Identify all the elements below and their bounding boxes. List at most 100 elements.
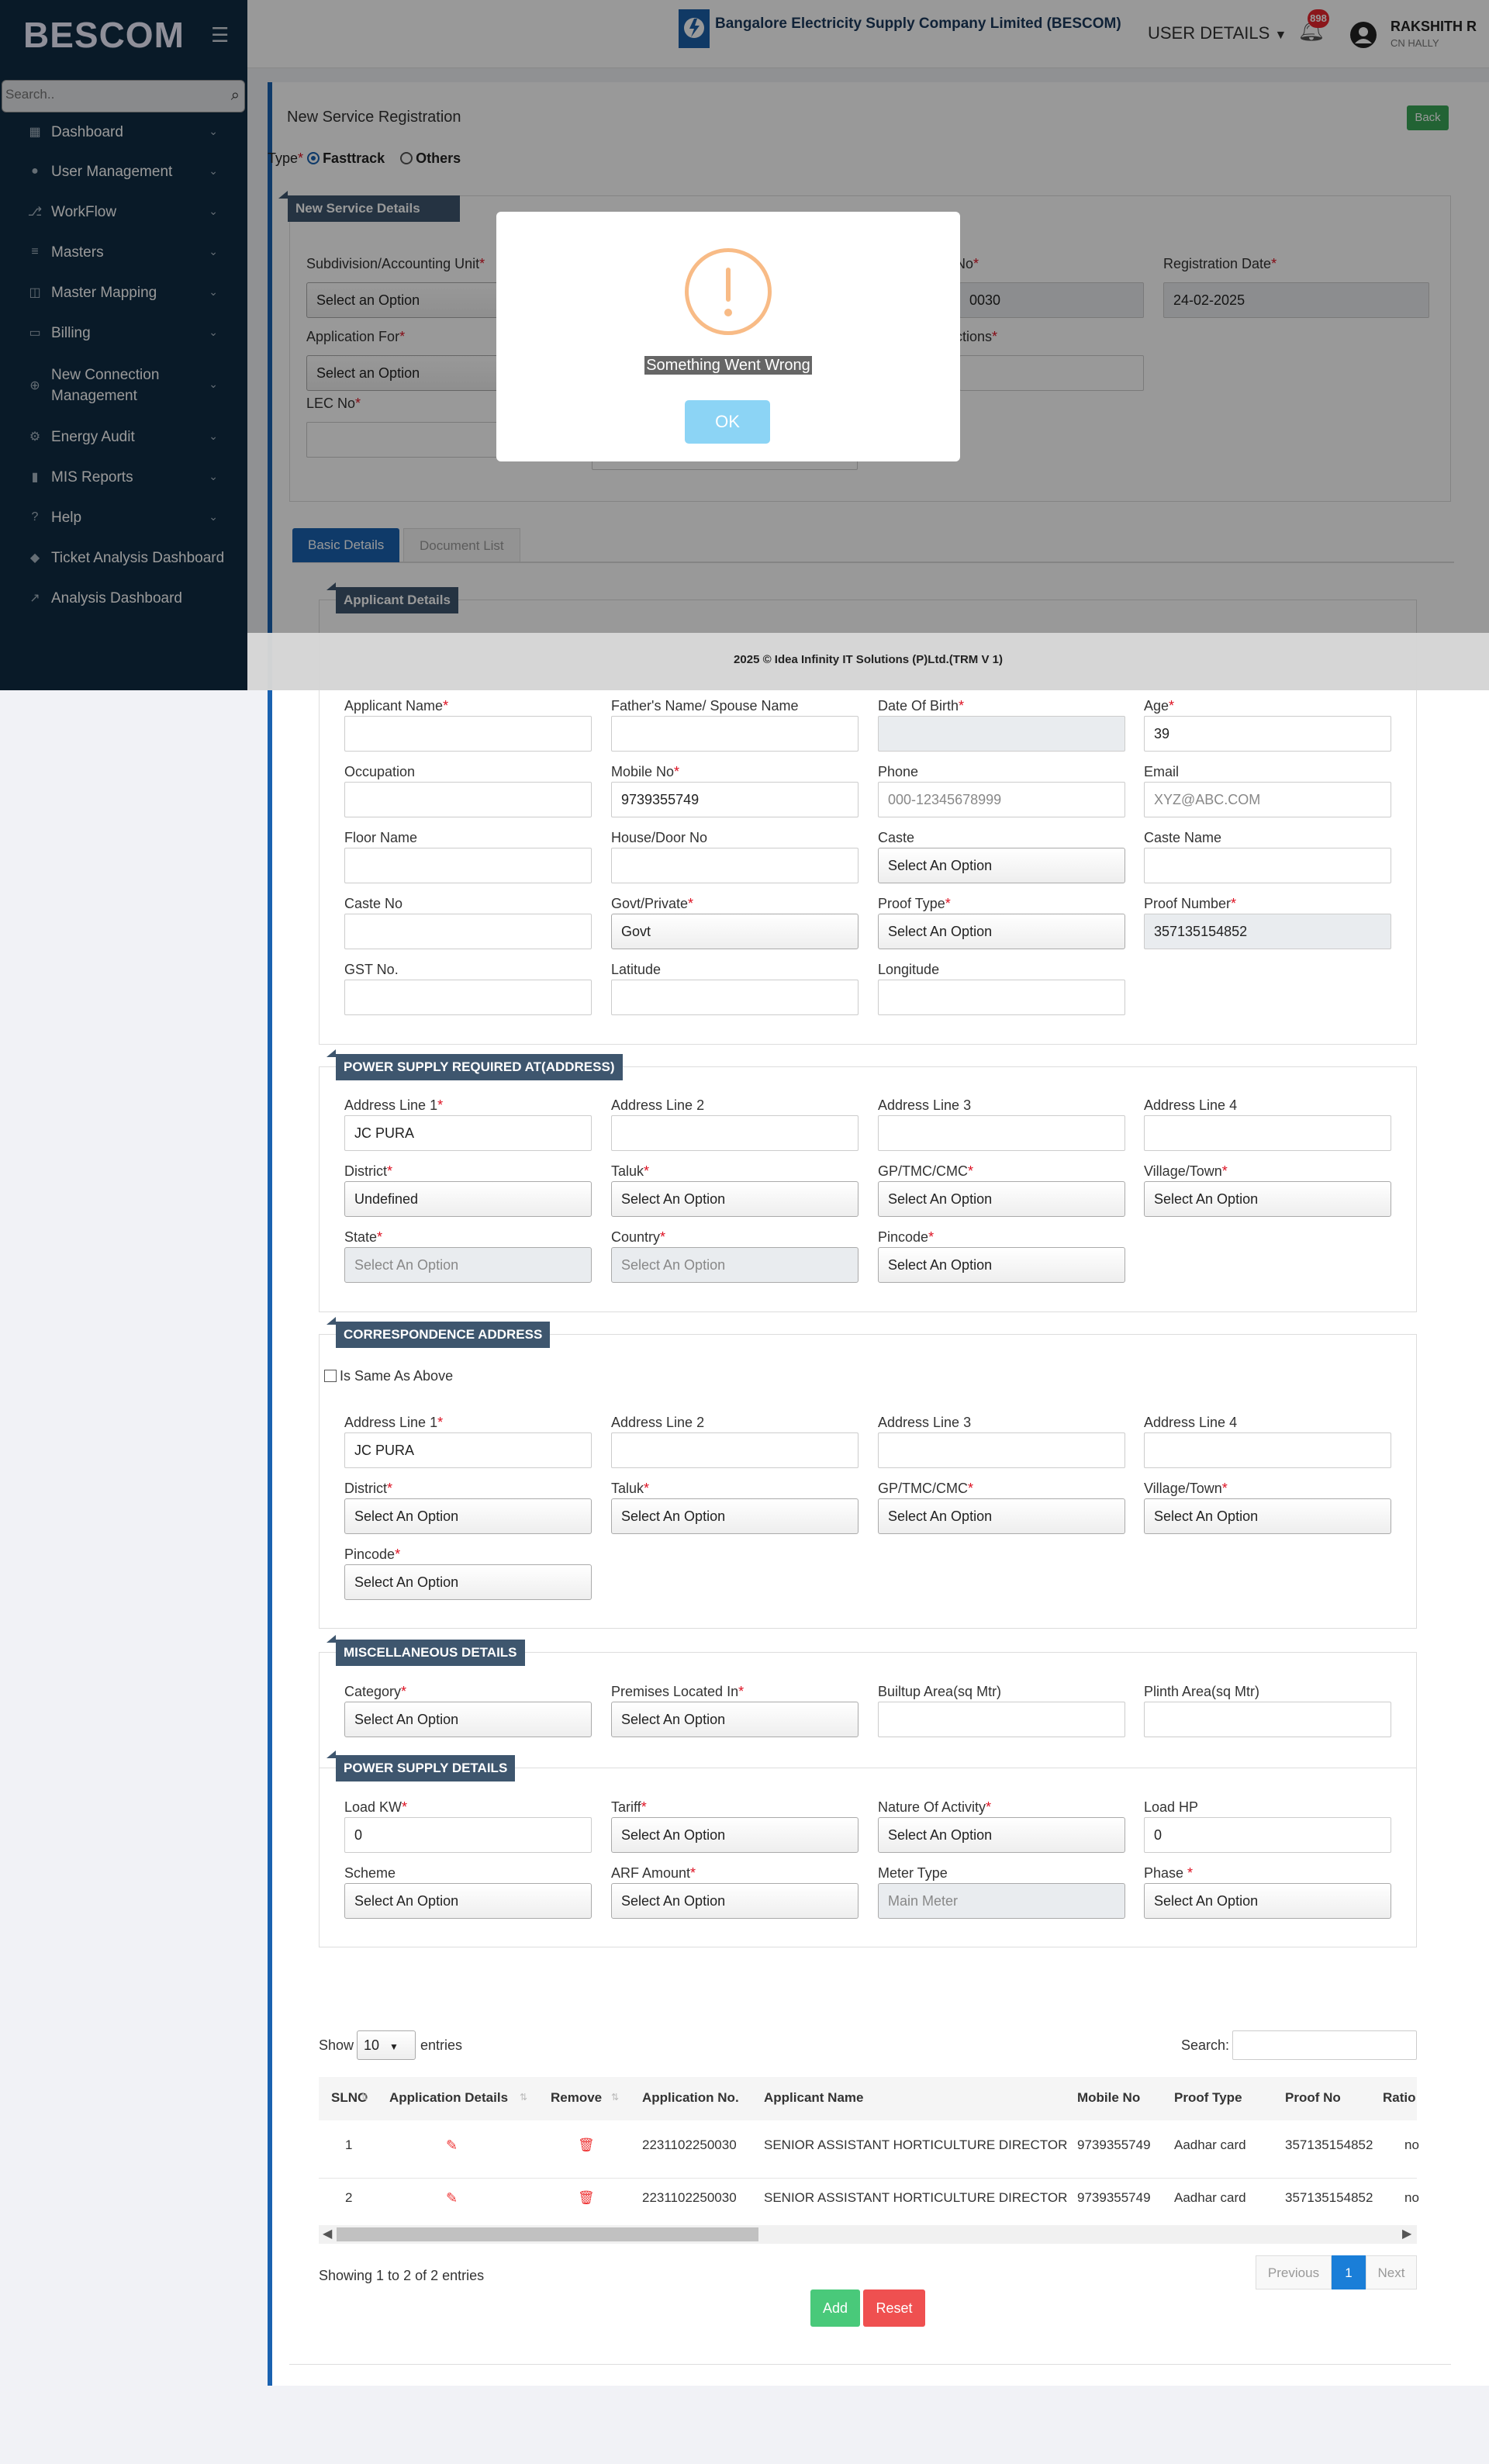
address-line-4-input[interactable] xyxy=(1144,1115,1391,1151)
field-label-text: Village/Town xyxy=(1144,1163,1222,1179)
column-header-applicant-name[interactable]: Applicant Name xyxy=(764,2090,863,2106)
taluk-select[interactable]: Select An Option xyxy=(611,1498,859,1534)
column-header-ratio[interactable]: Ratio xyxy=(1383,2090,1416,2106)
phase-select[interactable]: Select An Option xyxy=(1144,1883,1391,1919)
scroll-right-icon[interactable]: ▶ xyxy=(1402,2226,1411,2241)
scrollbar-thumb[interactable] xyxy=(337,2227,758,2241)
phone-input[interactable]: 000-12345678999 xyxy=(878,782,1125,817)
father-s-name-spouse-name-input[interactable] xyxy=(611,716,859,752)
column-header-mobile-no[interactable]: Mobile No xyxy=(1077,2090,1140,2106)
caste-name-input[interactable] xyxy=(1144,848,1391,883)
builtup-area-sq-mtr-label: Builtup Area(sq Mtr) xyxy=(878,1684,1001,1700)
district-label: District* xyxy=(344,1481,393,1496)
caste-no-input[interactable] xyxy=(344,914,592,949)
proof-type-select[interactable]: Select An Option xyxy=(878,914,1125,949)
address-line-3-input[interactable] xyxy=(878,1432,1125,1468)
gp-tmc-cmc-select[interactable]: Select An Option xyxy=(878,1498,1125,1534)
govt-private-select[interactable]: Govt xyxy=(611,914,859,949)
field-label-text: Caste No xyxy=(344,896,403,911)
column-header-proof-no[interactable]: Proof No xyxy=(1285,2090,1341,2106)
add-button[interactable]: Add xyxy=(810,2289,860,2327)
proof-number-input[interactable]: 357135154852 xyxy=(1144,914,1391,949)
age-input[interactable]: 39 xyxy=(1144,716,1391,752)
previous-page-button[interactable]: Previous xyxy=(1256,2255,1332,2289)
latitude-input[interactable] xyxy=(611,980,859,1015)
longitude-input[interactable] xyxy=(878,980,1125,1015)
reset-button[interactable]: Reset xyxy=(863,2289,925,2327)
field-label-text: ARF Amount xyxy=(611,1865,691,1881)
district-select[interactable]: Select An Option xyxy=(344,1498,592,1534)
same-as-above[interactable]: Is Same As Above xyxy=(324,1368,453,1384)
caste-select[interactable]: Select An Option xyxy=(878,848,1125,883)
applicant-name-input[interactable] xyxy=(344,716,592,752)
floor-name-input[interactable] xyxy=(344,848,592,883)
taluk-select[interactable]: Select An Option xyxy=(611,1181,859,1217)
email-input[interactable]: XYZ@ABC.COM xyxy=(1144,782,1391,817)
next-page-button[interactable]: Next xyxy=(1366,2255,1417,2289)
address-line-3-input[interactable] xyxy=(878,1115,1125,1151)
load-kw-input[interactable]: 0 xyxy=(344,1817,592,1853)
load-hp-input[interactable]: 0 xyxy=(1144,1817,1391,1853)
entries-select[interactable]: 10 ▼ xyxy=(357,2030,416,2060)
gp-tmc-cmc-select[interactable]: Select An Option xyxy=(878,1181,1125,1217)
trash-icon[interactable]: 🗑︎ xyxy=(578,2137,595,2153)
column-header-application-no[interactable]: Application No. xyxy=(642,2090,739,2106)
state-select[interactable]: Select An Option xyxy=(344,1247,592,1283)
scheme-select[interactable]: Select An Option xyxy=(344,1883,592,1919)
field-label-text: Pincode xyxy=(344,1546,396,1562)
country-select[interactable]: Select An Option xyxy=(611,1247,859,1283)
search-label: Search: xyxy=(1181,2037,1230,2053)
column-header-application-details[interactable]: Application Details xyxy=(389,2090,508,2106)
premises-located-in-select[interactable]: Select An Option xyxy=(611,1702,859,1737)
page-1-button[interactable]: 1 xyxy=(1332,2255,1366,2289)
column-header-proof-type[interactable]: Proof Type xyxy=(1174,2090,1242,2106)
district-select[interactable]: Undefined xyxy=(344,1181,592,1217)
village-town-select[interactable]: Select An Option xyxy=(1144,1181,1391,1217)
pincode-select[interactable]: Select An Option xyxy=(344,1564,592,1600)
address-line-1-input[interactable]: JC PURA xyxy=(344,1432,592,1468)
category-select[interactable]: Select An Option xyxy=(344,1702,592,1737)
gst-no-input[interactable] xyxy=(344,980,592,1015)
country-label: Country* xyxy=(611,1229,666,1245)
occupation-input[interactable] xyxy=(344,782,592,817)
arf-amount-select[interactable]: Select An Option xyxy=(611,1883,859,1919)
village-town-select[interactable]: Select An Option xyxy=(1144,1498,1391,1534)
same-as-above-checkbox[interactable] xyxy=(324,1370,337,1382)
nature-of-activity-select[interactable]: Select An Option xyxy=(878,1817,1125,1853)
address-line-2-input[interactable] xyxy=(611,1432,859,1468)
address-line-2-input[interactable] xyxy=(611,1115,859,1151)
gst-no-label: GST No. xyxy=(344,962,399,978)
plinth-area-sq-mtr-input[interactable] xyxy=(1144,1702,1391,1737)
builtup-area-sq-mtr-input[interactable] xyxy=(878,1702,1125,1737)
sort-icon[interactable]: ⇅ xyxy=(611,2092,619,2103)
plinth-area-sq-mtr-label: Plinth Area(sq Mtr) xyxy=(1144,1684,1259,1700)
field-label-text: Phone xyxy=(878,764,919,779)
ok-button[interactable]: OK xyxy=(685,400,770,444)
table-search-input[interactable] xyxy=(1232,2030,1417,2060)
field-label-text: Caste Name xyxy=(1144,830,1222,845)
sort-icon[interactable]: ⇅ xyxy=(520,2092,527,2103)
scroll-left-icon[interactable]: ◀ xyxy=(323,2226,332,2241)
state-label: State* xyxy=(344,1229,383,1245)
pincode-select[interactable]: Select An Option xyxy=(878,1247,1125,1283)
field-label-text: Address Line 2 xyxy=(611,1415,705,1430)
meter-type-select[interactable]: Main Meter xyxy=(878,1883,1125,1919)
address-line-4-input[interactable] xyxy=(1144,1432,1391,1468)
sort-icon[interactable]: ⇅ xyxy=(361,2092,368,2103)
card-bottom-border xyxy=(289,2364,1451,2365)
taluk-label: Taluk* xyxy=(611,1481,650,1496)
tariff-select[interactable]: Select An Option xyxy=(611,1817,859,1853)
mobile-no-input[interactable]: 9739355749 xyxy=(611,782,859,817)
edit-icon[interactable]: ✎ xyxy=(446,2190,458,2207)
field-label-text: Father's Name/ Spouse Name xyxy=(611,698,799,714)
field-label-text: District xyxy=(344,1481,387,1496)
edit-icon[interactable]: ✎ xyxy=(446,2137,458,2154)
date-of-birth-input[interactable] xyxy=(878,716,1125,752)
column-header-remove[interactable]: Remove xyxy=(551,2090,602,2106)
trash-icon[interactable]: 🗑︎ xyxy=(578,2190,595,2206)
footer-text: 2025 © Idea Infinity IT Solutions (P)Ltd… xyxy=(734,653,1003,666)
gp-tmc-cmc-label: GP/TMC/CMC* xyxy=(878,1163,974,1179)
house-door-no-input[interactable] xyxy=(611,848,859,883)
taluk-label: Taluk* xyxy=(611,1163,650,1179)
address-line-1-input[interactable]: JC PURA xyxy=(344,1115,592,1151)
